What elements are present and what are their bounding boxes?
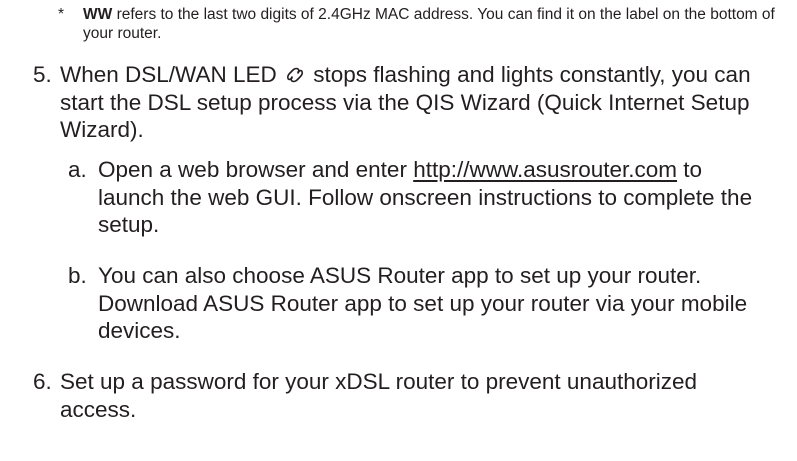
step-6: 6. Set up a password for your xDSL route… [33, 368, 773, 423]
globe-link-icon [287, 67, 303, 83]
step-5b-letter: b. [68, 263, 87, 288]
step-5b-text: You can also choose ASUS Router app to s… [98, 263, 748, 343]
footnote-text: WW refers to the last two digits of 2.4G… [83, 5, 778, 43]
step-5a: a. Open a web browser and enter http://w… [68, 156, 773, 239]
step-5a-text-start: Open a web browser and enter [98, 157, 414, 182]
footnote-marker: * [58, 6, 65, 23]
footnote-body: refers to the last two digits of 2.4GHz … [83, 6, 775, 42]
step-5a-letter: a. [68, 157, 87, 182]
step-5-text-start: When DSL/WAN LED [60, 62, 283, 87]
asusrouter-link[interactable]: http://www.asusrouter.com [413, 157, 677, 182]
step-5b: b. You can also choose ASUS Router app t… [68, 262, 773, 345]
footnote: * WW refers to the last two digits of 2.… [58, 5, 778, 43]
footnote-bold-term: WW [83, 6, 113, 23]
step-5-text: When DSL/WAN LED stops flashing and ligh… [60, 61, 773, 144]
step-5: 5. When DSL/WAN LED stops flashing and l… [33, 61, 773, 144]
step-6-number: 6. [33, 369, 52, 394]
step-6-text: Set up a password for your xDSL router t… [60, 369, 698, 422]
step-5a-text: Open a web browser and enter http://www.… [98, 156, 773, 239]
step-5-number: 5. [33, 62, 52, 87]
